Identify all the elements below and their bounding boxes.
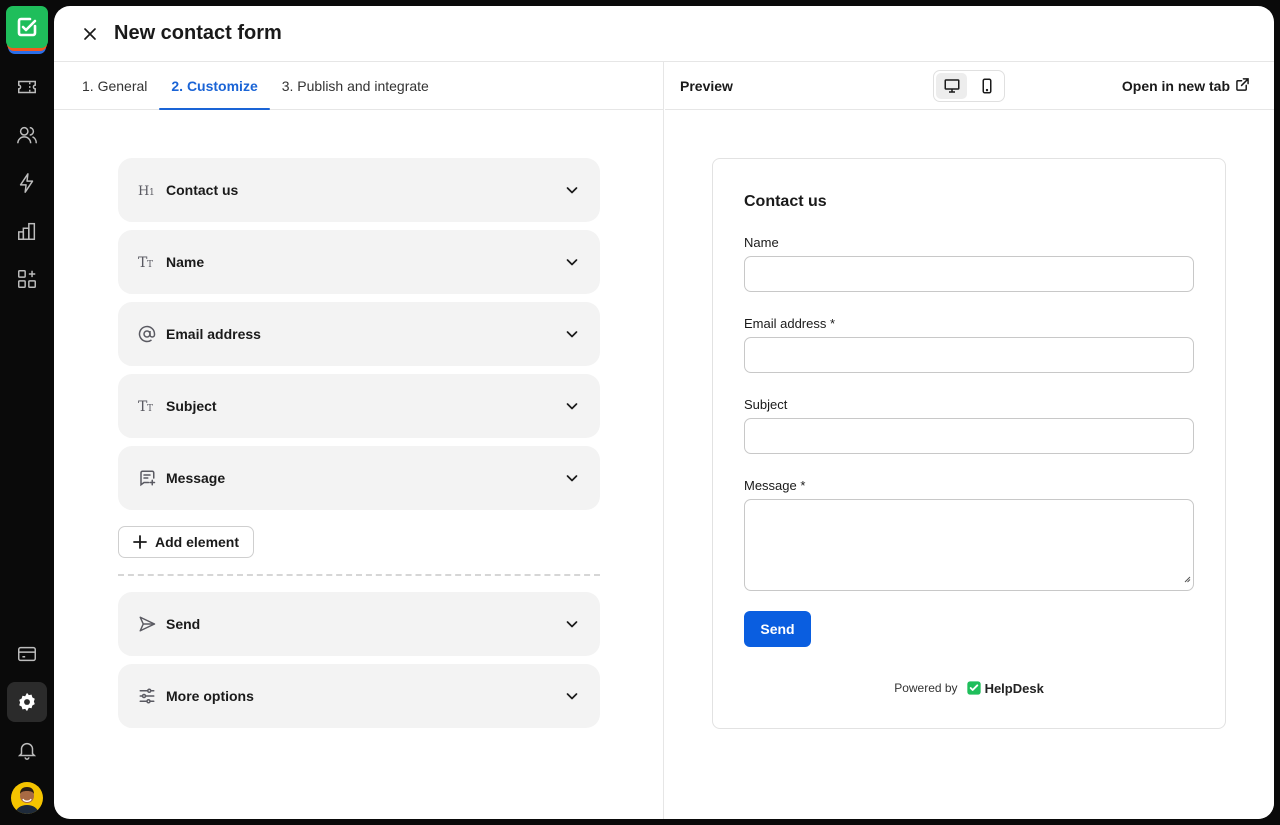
- tab-general[interactable]: 1. General: [70, 62, 159, 109]
- add-element-label: Add element: [155, 534, 240, 550]
- element-label: Message: [166, 470, 226, 486]
- message-icon: [138, 469, 156, 487]
- element-more-options[interactable]: More options: [118, 664, 600, 728]
- tab-publish-and-integrate[interactable]: 3. Publish and integrate: [270, 62, 441, 109]
- open-in-new-tab-label: Open in new tab: [1121, 77, 1230, 94]
- element-subject[interactable]: TT Subject: [118, 374, 600, 438]
- page-title: New contact form: [114, 22, 282, 44]
- main-panel: New contact form 1. General 2. Customize…: [54, 6, 1274, 819]
- element-label: Contact us: [166, 182, 239, 198]
- resize-handle-icon[interactable]: [1184, 570, 1191, 588]
- chevron-down-icon[interactable]: [564, 470, 580, 486]
- element-label: Email address: [166, 326, 261, 342]
- chevron-down-icon[interactable]: [564, 254, 580, 270]
- chevron-down-icon[interactable]: [564, 616, 580, 632]
- element-label: Send: [166, 616, 201, 632]
- element-email-address[interactable]: Email address: [118, 302, 600, 366]
- svg-text:1: 1: [149, 188, 155, 198]
- email-input[interactable]: [744, 337, 1194, 373]
- open-in-new-tab-link[interactable]: Open in new tab: [1122, 78, 1249, 94]
- subject-label: Subject: [744, 397, 788, 412]
- sliders-icon: [138, 687, 156, 705]
- svg-text:T: T: [147, 260, 153, 270]
- tab-customize[interactable]: 2. Customize: [159, 62, 271, 110]
- external-link-icon: [1236, 77, 1249, 94]
- name-input[interactable]: [744, 256, 1194, 292]
- message-textarea[interactable]: [744, 499, 1194, 591]
- text-icon: TT: [138, 397, 156, 415]
- ticket-icon[interactable]: [7, 67, 47, 107]
- device-toggle: [933, 70, 1005, 102]
- element-name[interactable]: TT Name: [118, 230, 600, 294]
- element-label: More options: [166, 688, 254, 704]
- chevron-down-icon[interactable]: [564, 326, 580, 342]
- name-label: Name: [744, 235, 779, 250]
- preview-pane: Preview Open in new tab Contact us Name …: [665, 62, 1274, 819]
- add-element-button[interactable]: Add element: [118, 526, 255, 558]
- app-logo[interactable]: [6, 6, 48, 54]
- element-contact-us[interactable]: H1 Contact us: [118, 158, 600, 222]
- editor-pane: 1. General 2. Customize 3. Publish and i…: [54, 62, 664, 819]
- chevron-down-icon[interactable]: [564, 182, 580, 198]
- send-button[interactable]: Send: [744, 611, 811, 647]
- element-label: Subject: [166, 398, 217, 414]
- chevron-down-icon[interactable]: [564, 398, 580, 414]
- message-label: Message *: [744, 478, 806, 493]
- credit-card-icon[interactable]: [7, 634, 47, 674]
- at-sign-icon: [138, 325, 156, 343]
- brand-name: HelpDesk: [984, 680, 1044, 696]
- text-icon: TT: [138, 253, 156, 271]
- powered-by-label: Powered by: [894, 681, 958, 695]
- element-label: Name: [166, 254, 205, 270]
- form-preview-card: Contact us Name Email address * Subject …: [712, 158, 1226, 729]
- preview-toolbar: Preview Open in new tab: [665, 62, 1274, 110]
- divider: [118, 574, 600, 576]
- bell-icon[interactable]: [7, 730, 47, 770]
- users-icon[interactable]: [7, 115, 47, 155]
- element-message[interactable]: Message: [118, 446, 600, 510]
- bar-chart-icon[interactable]: [7, 211, 47, 251]
- helpdesk-logo[interactable]: HelpDesk: [966, 680, 1044, 696]
- subject-input[interactable]: [744, 418, 1194, 454]
- header: New contact form: [54, 6, 1274, 62]
- heading-icon: H1: [138, 181, 156, 199]
- gear-icon[interactable]: [7, 682, 47, 722]
- powered-by: Powered by HelpDesk: [713, 680, 1225, 696]
- svg-text:H: H: [138, 184, 149, 198]
- chevron-down-icon[interactable]: [564, 688, 580, 704]
- form-elements-list: H1 Contact us TT Name Email address T T …: [118, 158, 600, 736]
- mobile-view-button[interactable]: [971, 73, 1002, 99]
- plus-icon: [133, 535, 147, 549]
- element-send[interactable]: Send: [118, 592, 600, 656]
- form-title: Contact us: [744, 193, 827, 210]
- svg-text:T: T: [147, 404, 153, 414]
- lightning-icon[interactable]: [7, 163, 47, 203]
- sidebar: [0, 0, 54, 825]
- email-label: Email address *: [744, 316, 836, 331]
- avatar[interactable]: [11, 782, 43, 814]
- step-tabs: 1. General 2. Customize 3. Publish and i…: [54, 62, 663, 110]
- apps-add-icon[interactable]: [7, 259, 47, 299]
- close-icon[interactable]: [80, 24, 100, 44]
- desktop-view-button[interactable]: [936, 73, 967, 99]
- send-icon: [138, 615, 156, 633]
- preview-label: Preview: [680, 77, 733, 94]
